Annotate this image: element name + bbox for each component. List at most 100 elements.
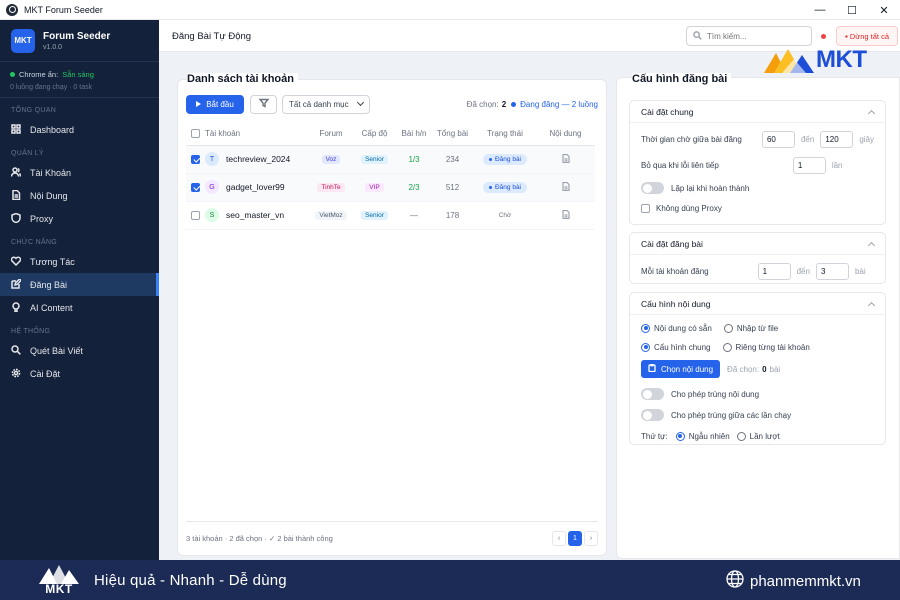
content-file-icon[interactable]	[561, 153, 570, 165]
selected-count: 2	[501, 99, 507, 109]
per-account-row: Mỗi tài khoản đăng 1 đến 3 bài	[630, 261, 885, 281]
page-button-current[interactable]: 1	[568, 531, 582, 546]
posting-settings-header[interactable]: Cài đặt đăng bài	[630, 233, 885, 255]
posts-total: 512	[445, 182, 460, 192]
chevron-up-icon[interactable]	[867, 301, 876, 309]
selected-label: Đã chọn:	[466, 99, 499, 109]
posts-today: 1/3	[408, 154, 420, 164]
banner-website[interactable]: phanmemmkt.vn	[726, 570, 861, 592]
posts-from-input[interactable]: 1	[757, 262, 791, 280]
forum-badge: Voz	[321, 155, 341, 164]
column-header[interactable]: Bài h/n	[397, 123, 431, 146]
sidebar-item-interact[interactable]: Tương Tác	[0, 250, 159, 273]
account-name: gadget_lover99	[226, 182, 285, 192]
accounts-footer: 3 tài khoản · 2 đã chọn · ✓ 2 bài thành …	[186, 521, 598, 555]
select-all-cell	[186, 123, 205, 146]
accounts-summary: 3 tài khoản · 2 đã chọn · ✓ 2 bài thành …	[186, 534, 333, 543]
window-titlebar: MKT Forum Seeder — ☐ ✕	[0, 0, 900, 20]
avatar: T	[205, 152, 219, 166]
banner-website-text: phanmemmkt.vn	[750, 572, 861, 590]
sidebar-item-proxy[interactable]: Proxy	[0, 207, 159, 230]
wait-to-input[interactable]: 120	[820, 130, 854, 148]
order-sequential-radio[interactable]	[736, 431, 746, 441]
sidebar-item-ai-content[interactable]: AI Content	[0, 296, 159, 319]
select-all-checkbox[interactable]	[191, 129, 200, 139]
posts-total: 178	[445, 210, 460, 220]
repeat-row: Lặp lại khi hoàn thành	[630, 179, 885, 197]
chrome-status: Chrome ẩn: Sẵn sàng 0 luồng đang chạy · …	[0, 62, 159, 98]
order-sequential-label: Lần lượt	[749, 431, 780, 441]
scope-shared-label: Cấu hình chung	[654, 342, 711, 352]
config-panel-title: Cấu hình đăng bài	[632, 73, 732, 85]
brand: MKT Forum Seeder v1.0.0	[0, 20, 159, 62]
search-input[interactable]	[707, 31, 807, 41]
scope-shared-radio[interactable]	[641, 342, 650, 352]
stop-all-button[interactable]: ▪ Dừng tất cả	[836, 26, 898, 46]
general-settings-header[interactable]: Cài đặt chung	[630, 101, 885, 123]
sidebar-item-scan[interactable]: Quét Bài Viết	[0, 339, 159, 362]
status-badge: Đăng bài	[482, 181, 528, 193]
order-random-radio[interactable]	[675, 431, 685, 441]
category-select[interactable]: Tất cả danh mục	[282, 94, 370, 114]
dup-content-row: Cho phép trùng nội dung	[630, 386, 885, 402]
source-import-radio[interactable]	[723, 323, 733, 333]
column-header[interactable]: Nội dung	[536, 123, 595, 146]
prev-page-button[interactable]: ‹	[552, 531, 566, 546]
search-box[interactable]	[686, 26, 812, 46]
dup-content-toggle[interactable]	[641, 388, 664, 400]
dup-runs-row: Cho phép trùng giữa các lần chạy	[630, 407, 885, 423]
status-badge: Đăng bài	[482, 153, 528, 165]
sidebar-item-settings[interactable]: Cài Đặt	[0, 362, 159, 385]
close-button[interactable]: ✕	[868, 0, 900, 20]
wait-from-input[interactable]: 60	[761, 130, 795, 148]
shield-icon	[11, 212, 30, 225]
row-checkbox[interactable]	[191, 210, 200, 220]
skip-error-input[interactable]: 1	[792, 156, 826, 174]
sidebar-item-dashboard[interactable]: Dashboard	[0, 118, 159, 141]
column-header[interactable]: Tổng bài	[431, 123, 474, 146]
dup-runs-toggle[interactable]	[641, 409, 664, 421]
row-checkbox[interactable]	[191, 182, 200, 192]
row-checkbox[interactable]	[191, 154, 200, 164]
column-header[interactable]: Trạng thái	[474, 123, 536, 146]
unit-label: giây	[859, 134, 874, 144]
accounts-panel-title: Danh sách tài khoản	[187, 73, 298, 85]
category-select-value: Tất cả danh mục	[289, 99, 349, 109]
next-page-button[interactable]: ›	[584, 531, 598, 546]
column-header[interactable]: Cấp độ	[352, 123, 397, 146]
clipboard-icon	[648, 363, 661, 374]
column-header[interactable]: Forum	[310, 123, 352, 146]
content-file-icon[interactable]	[561, 209, 570, 221]
content-settings-header[interactable]: Cấu hình nội dung	[630, 293, 885, 315]
source-available-radio[interactable]	[641, 323, 650, 333]
maximize-button[interactable]: ☐	[836, 0, 868, 20]
per-account-label: Mỗi tài khoản đăng	[641, 266, 709, 276]
no-proxy-checkbox[interactable]	[641, 203, 650, 213]
mkt-watermark-logo: MKT	[764, 44, 898, 76]
chevron-up-icon[interactable]	[867, 109, 876, 117]
start-button[interactable]: Bắt đầu	[186, 94, 244, 114]
start-label: Bắt đầu	[206, 99, 234, 109]
sidebar-item-accounts[interactable]: Tài Khoản	[0, 161, 159, 184]
scope-per-account-radio[interactable]	[722, 342, 732, 352]
sidebar-item-post[interactable]: Đăng Bài	[0, 273, 159, 296]
nav-section-manage: QUẢN LÝ	[11, 150, 44, 157]
posts-to-input[interactable]: 3	[815, 262, 849, 280]
table-row[interactable]: G gadget_lover99 TinhTe VIP 2/3 512 Đăng…	[186, 173, 595, 201]
running-indicator-icon	[821, 34, 826, 39]
table-row[interactable]: T techreview_2024 Voz Senior 1/3 234 Đăn…	[186, 145, 595, 173]
column-header[interactable]: Tài khoản	[205, 123, 310, 146]
minimize-button[interactable]: —	[804, 0, 836, 20]
bulb-icon	[11, 301, 30, 314]
filter-button[interactable]	[250, 94, 277, 114]
choose-content-button[interactable]: Chọn nội dung	[641, 360, 721, 378]
sidebar-item-label: Tương Tác	[30, 256, 75, 267]
sidebar-item-content[interactable]: Nội Dung	[0, 184, 159, 207]
content-scope-row: Cấu hình chung Riêng từng tài khoản	[630, 339, 885, 355]
heart-icon	[10, 256, 30, 268]
repeat-toggle[interactable]	[641, 182, 664, 194]
chevron-up-icon[interactable]	[867, 241, 876, 249]
section-title: Cài đặt đăng bài	[641, 238, 703, 249]
table-row[interactable]: S seo_master_vn VietMoz Senior — 178 Chờ	[186, 201, 595, 229]
content-file-icon[interactable]	[561, 181, 570, 193]
